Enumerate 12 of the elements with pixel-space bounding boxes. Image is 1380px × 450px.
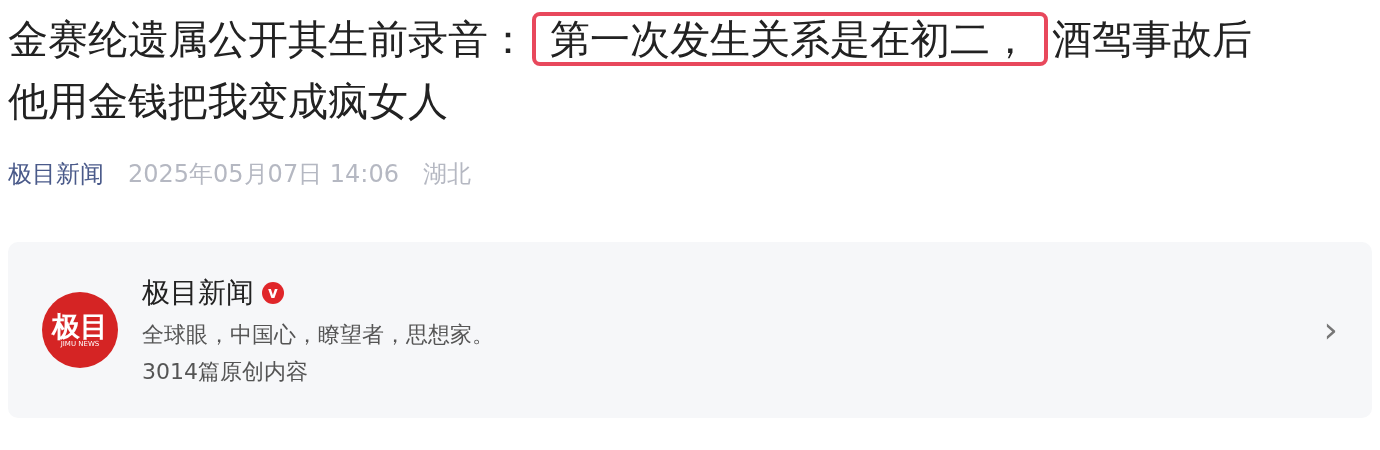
author-motto: 全球眼，中国心，瞭望者，思想家。 bbox=[142, 321, 495, 349]
chevron-icon: › bbox=[1323, 312, 1338, 348]
highlighted-headline-text: 第一次发生关系是在初二， bbox=[532, 12, 1048, 66]
headline-text: 他用金钱把我变成疯女人 bbox=[8, 78, 448, 124]
publish-time: 2025年05月07日 14:06 bbox=[128, 159, 399, 190]
headline-text: 酒驾事故后 bbox=[1052, 16, 1252, 62]
article-count: 3014篇原创内容 bbox=[142, 358, 309, 386]
verified-badge: v bbox=[262, 282, 284, 304]
location-text: 湖北 bbox=[422, 159, 471, 190]
headline-text: 金赛纶遗属公开其生前录音： bbox=[8, 16, 528, 62]
author-name: 极目新闻 bbox=[142, 275, 254, 311]
source-link[interactable]: 极目新闻 bbox=[8, 156, 104, 192]
